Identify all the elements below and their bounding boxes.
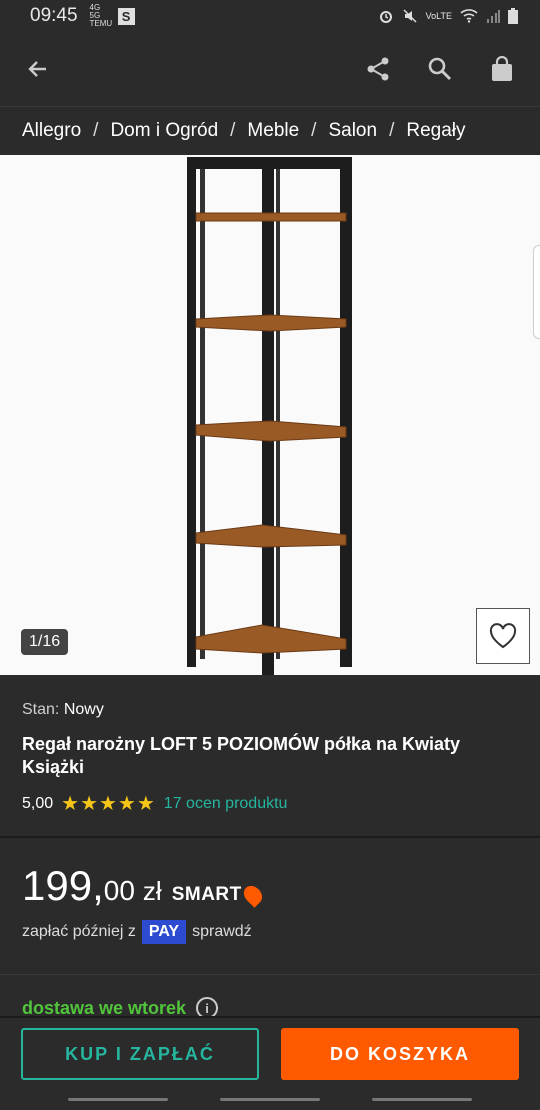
image-counter: 1/16 [21,629,69,655]
favorite-button[interactable] [476,608,530,664]
product-info: Stan: Nowy Regał narożny LOFT 5 POZIOMÓW… [0,675,540,816]
heart-icon [489,623,517,649]
smart-label: SMART [171,884,242,905]
pay-later-text: zapłać później z [22,923,136,940]
nav-handle-right[interactable] [372,1098,472,1101]
app-bar [0,32,540,106]
breadcrumb-separator: / [230,120,236,141]
price-decimal: 00 [103,875,135,906]
battery-icon [508,8,518,24]
delivery-row: dostawa we wtorek i [0,974,540,1019]
cart-button[interactable] [482,49,522,89]
volte-indicator: VoLTE [425,11,452,21]
condition-value: Nowy [63,701,104,718]
system-nav-bar [0,1098,540,1102]
status-bar: 09:45 4G 5G TEMU S VoLTE [0,0,540,32]
nav-handle-left[interactable] [68,1098,168,1101]
mute-icon [403,9,417,23]
alarm-icon [379,11,392,23]
status-time: 09:45 [30,5,78,26]
bottom-action-bar: KUP I ZAPŁAĆ DO KOSZYKA [0,1016,540,1110]
breadcrumb-item-dom-i-ogrod[interactable]: Dom i Ogród [110,120,218,142]
network-mini-text: 4G 5G TEMU [89,3,113,28]
product-title: Regał narożny LOFT 5 POZIOMÓW półka na K… [22,734,461,777]
back-button[interactable] [18,49,58,89]
breadcrumb: Allegro / Dom i Ogród / Meble / Salon / … [0,106,540,155]
share-icon [367,57,389,81]
product-price: 199, 00 zł SMART [22,862,518,910]
breadcrumb-item-meble[interactable]: Meble [247,120,299,142]
back-arrow-icon [28,61,46,77]
breadcrumb-separator: / [311,120,317,141]
breadcrumb-separator: / [389,120,395,141]
smart-badge: SMART [171,882,266,908]
price-section: 199, 00 zł SMART zapłać później z PAY sp… [0,838,540,944]
product-image-gallery[interactable]: 1/16 [0,155,540,675]
search-button[interactable] [420,49,460,89]
rating-stars: ★★★★★ [61,793,156,815]
price-currency: zł [142,876,162,906]
gallery-next-hint [533,245,540,339]
product-condition: Stan: Nowy [22,701,518,719]
rating-count-link[interactable]: 17 ocen produktu [164,795,288,813]
app-notification-badge: S [117,7,135,25]
nav-handle-center[interactable] [220,1098,320,1101]
pay-later-check-link[interactable]: sprawdź [192,923,252,941]
share-button[interactable] [358,49,398,89]
shopping-bag-icon [492,56,512,81]
product-image [0,155,540,675]
product-rating: 5,00 ★★★★★ 17 ocen produktu [22,791,518,816]
signal-icon [487,10,500,23]
price-integer: 199, [22,862,104,909]
pay-badge: PAY [141,920,187,944]
breadcrumb-item-allegro[interactable]: Allegro [22,120,81,142]
breadcrumb-item-salon[interactable]: Salon [328,120,377,142]
condition-label: Stan: [22,701,60,718]
breadcrumb-separator: / [93,120,99,141]
status-icons: VoLTE [378,8,518,24]
search-icon [428,57,452,81]
add-to-cart-button[interactable]: DO KOSZYKA [281,1028,519,1080]
breadcrumb-item-regaly[interactable]: Regały [406,120,465,142]
buy-now-button[interactable]: KUP I ZAPŁAĆ [21,1028,259,1080]
wifi-icon [460,9,478,23]
rating-value: 5,00 [22,794,54,812]
smart-pin-icon [240,882,266,908]
pay-later-row: zapłać później z PAY sprawdź [22,920,518,944]
